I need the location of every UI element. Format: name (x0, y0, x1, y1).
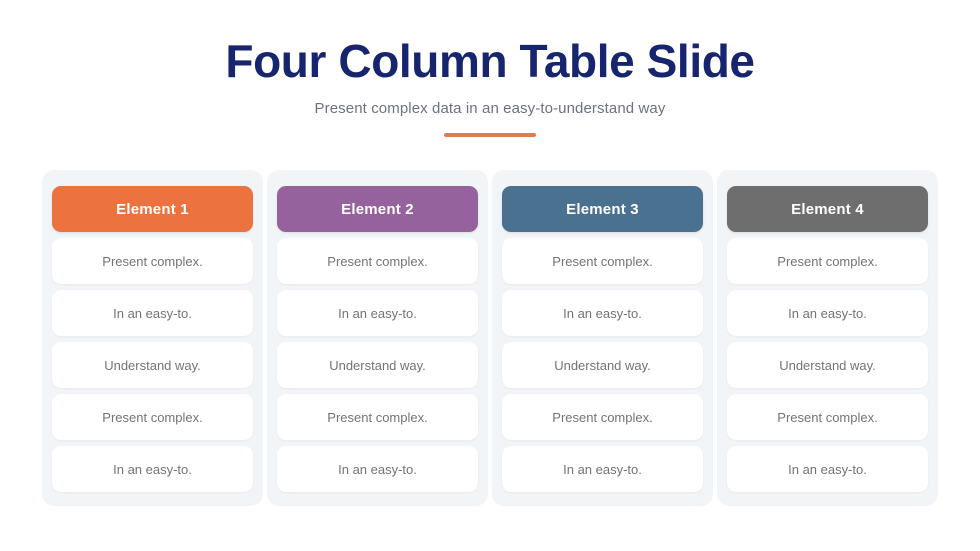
table-column-3: Element 3 Present complex. In an easy-to… (492, 170, 713, 506)
table-cell: Present complex. (52, 394, 253, 440)
table-cell: Present complex. (502, 238, 703, 284)
table-cell: Present complex. (277, 238, 478, 284)
page-subtitle: Present complex data in an easy-to-under… (314, 99, 666, 117)
table-cell: Present complex. (727, 238, 928, 284)
table-cell: In an easy-to. (52, 290, 253, 336)
table-cell: In an easy-to. (727, 290, 928, 336)
slide-header: Four Column Table Slide Present complex … (0, 0, 980, 137)
table-column-2: Element 2 Present complex. In an easy-to… (267, 170, 488, 506)
table-cell: In an easy-to. (52, 446, 253, 492)
table-cell: Understand way. (52, 342, 253, 388)
page-title: Four Column Table Slide (225, 35, 755, 87)
table-cell: In an easy-to. (502, 290, 703, 336)
table-cell: Present complex. (727, 394, 928, 440)
slide-canvas: Four Column Table Slide Present complex … (0, 0, 980, 551)
four-column-table: Element 1 Present complex. In an easy-to… (42, 170, 938, 506)
table-cell: Understand way. (277, 342, 478, 388)
column-header-1[interactable]: Element 1 (52, 186, 253, 232)
table-cell: Present complex. (502, 394, 703, 440)
table-cell: Understand way. (727, 342, 928, 388)
table-cell: In an easy-to. (277, 290, 478, 336)
table-cell: In an easy-to. (502, 446, 703, 492)
table-column-1: Element 1 Present complex. In an easy-to… (42, 170, 263, 506)
column-header-3[interactable]: Element 3 (502, 186, 703, 232)
table-column-4: Element 4 Present complex. In an easy-to… (717, 170, 938, 506)
column-header-2[interactable]: Element 2 (277, 186, 478, 232)
table-cell: Present complex. (52, 238, 253, 284)
table-cell: Present complex. (277, 394, 478, 440)
table-cell: Understand way. (502, 342, 703, 388)
column-header-4[interactable]: Element 4 (727, 186, 928, 232)
accent-divider (444, 132, 536, 137)
table-cell: In an easy-to. (277, 446, 478, 492)
table-cell: In an easy-to. (727, 446, 928, 492)
